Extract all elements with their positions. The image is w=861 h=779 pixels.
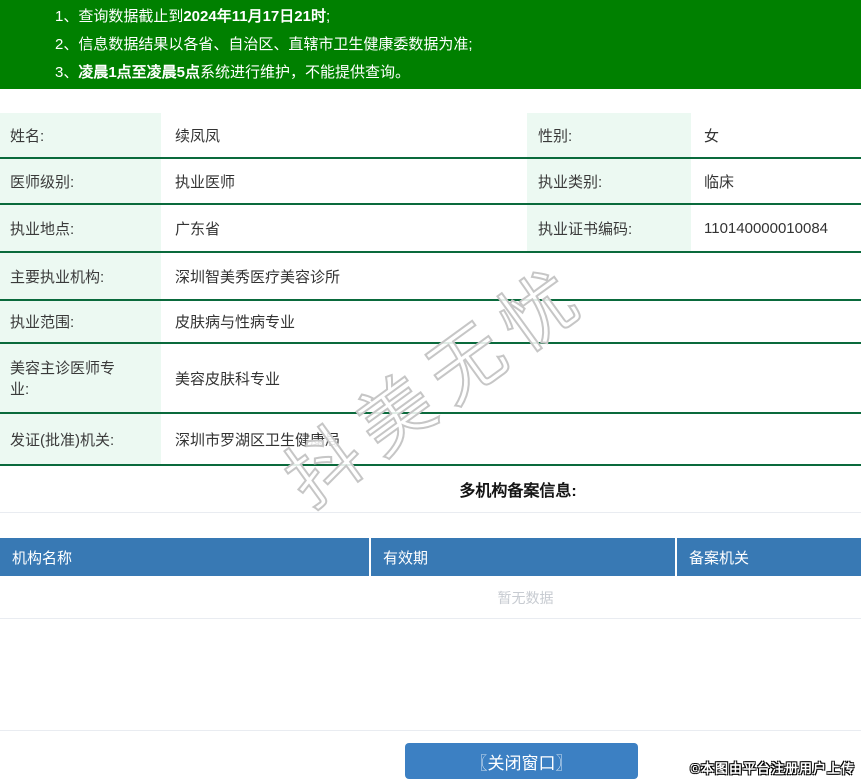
empty-data-placeholder: 暂无数据 <box>497 590 554 606</box>
table-row-cosmetic-specialty: 美容主诊医师专业: 美容皮肤科专业 <box>0 344 861 414</box>
notice-banner: 1、查询数据截止到2024年11月17日21时; 2、信息数据结果以各省、自治区… <box>0 0 861 89</box>
column-header-filing-authority: 备案机关 <box>689 549 750 567</box>
field-value-cosmetic-specialty: 美容皮肤科专业 <box>175 370 281 388</box>
field-value-cert-number: 110140000010084 <box>704 219 829 237</box>
field-value-category: 临床 <box>704 173 735 191</box>
field-label-gender: 性别: <box>527 113 691 157</box>
field-label-main-institution: 主要执业机构: <box>0 253 161 299</box>
upload-credit-watermark: ©本图由平台注册用户上传 <box>690 761 855 776</box>
field-value-location: 广东省 <box>175 220 221 238</box>
close-window-button[interactable]: 〖关闭窗口〗 <box>405 743 638 779</box>
notice-line-2: 2、信息数据结果以各省、自治区、直辖市卫生健康委数据为准; <box>55 31 861 59</box>
table-row-location-certno: 执业地点: 广东省 执业证书编码: 110140000010084 <box>0 205 861 253</box>
field-label-cert-number: 执业证书编码: <box>527 205 691 251</box>
column-header-institution-name: 机构名称 <box>0 538 371 576</box>
divider <box>0 730 861 731</box>
table-row-issuing-authority: 发证(批准)机关: 深圳市罗湖区卫生健康局 <box>0 414 861 466</box>
field-value-name: 续凤凤 <box>175 127 221 145</box>
field-value-issuing-authority: 深圳市罗湖区卫生健康局 <box>175 431 341 449</box>
field-value-practice-scope: 皮肤病与性病专业 <box>175 314 296 331</box>
field-label-location: 执业地点: <box>0 205 161 251</box>
notice-text: ; <box>325 8 331 25</box>
notice-text: 2、信息数据结果以各省、自治区、直辖市卫生健康委数据为准; <box>55 36 473 53</box>
table-row-practice-scope: 执业范围: 皮肤病与性病专业 <box>0 301 861 344</box>
field-label-level: 医师级别: <box>0 159 161 203</box>
field-label-category: 执业类别: <box>527 159 691 203</box>
table-row-main-institution: 主要执业机构: 深圳智美秀医疗美容诊所 <box>0 253 861 301</box>
notice-text-bold: 2024年11月17日21时 <box>183 8 326 25</box>
divider <box>0 512 861 513</box>
table-row-level-category: 医师级别: 执业医师 执业类别: 临床 <box>0 159 861 205</box>
field-value-gender: 女 <box>704 127 720 145</box>
field-label-name: 姓名: <box>0 113 161 157</box>
notice-text: 3、 <box>55 64 79 81</box>
field-value-main-institution: 深圳智美秀医疗美容诊所 <box>175 268 341 286</box>
field-label-practice-scope: 执业范围: <box>0 301 161 342</box>
divider <box>0 618 861 619</box>
notice-text-bold: 凌晨1点至凌晨5点 <box>78 64 201 81</box>
filing-table-header: 机构名称 有效期 备案机关 <box>0 538 861 576</box>
notice-text: 1、查询数据截止到 <box>55 8 184 25</box>
field-value-level: 执业医师 <box>175 173 236 191</box>
column-header-validity-period: 有效期 <box>371 538 677 576</box>
notice-line-1: 1、查询数据截止到2024年11月17日21时; <box>55 3 861 31</box>
table-row-name-gender: 姓名: 续凤凤 性别: 女 <box>0 113 861 159</box>
practitioner-info-table: 姓名: 续凤凤 性别: 女 医师级别: 执业医师 执业类别: 临床 执业地点: … <box>0 113 861 466</box>
filing-section-title: 多机构备案信息: <box>459 483 577 500</box>
notice-line-3: 3、凌晨1点至凌晨5点系统进行维护，不能提供查询。 <box>55 59 861 87</box>
field-label-issuing-authority: 发证(批准)机关: <box>0 414 161 464</box>
notice-text: 系统进行维护，不能提供查询。 <box>200 64 411 81</box>
field-label-cosmetic-specialty: 美容主诊医师专业: <box>0 344 161 412</box>
